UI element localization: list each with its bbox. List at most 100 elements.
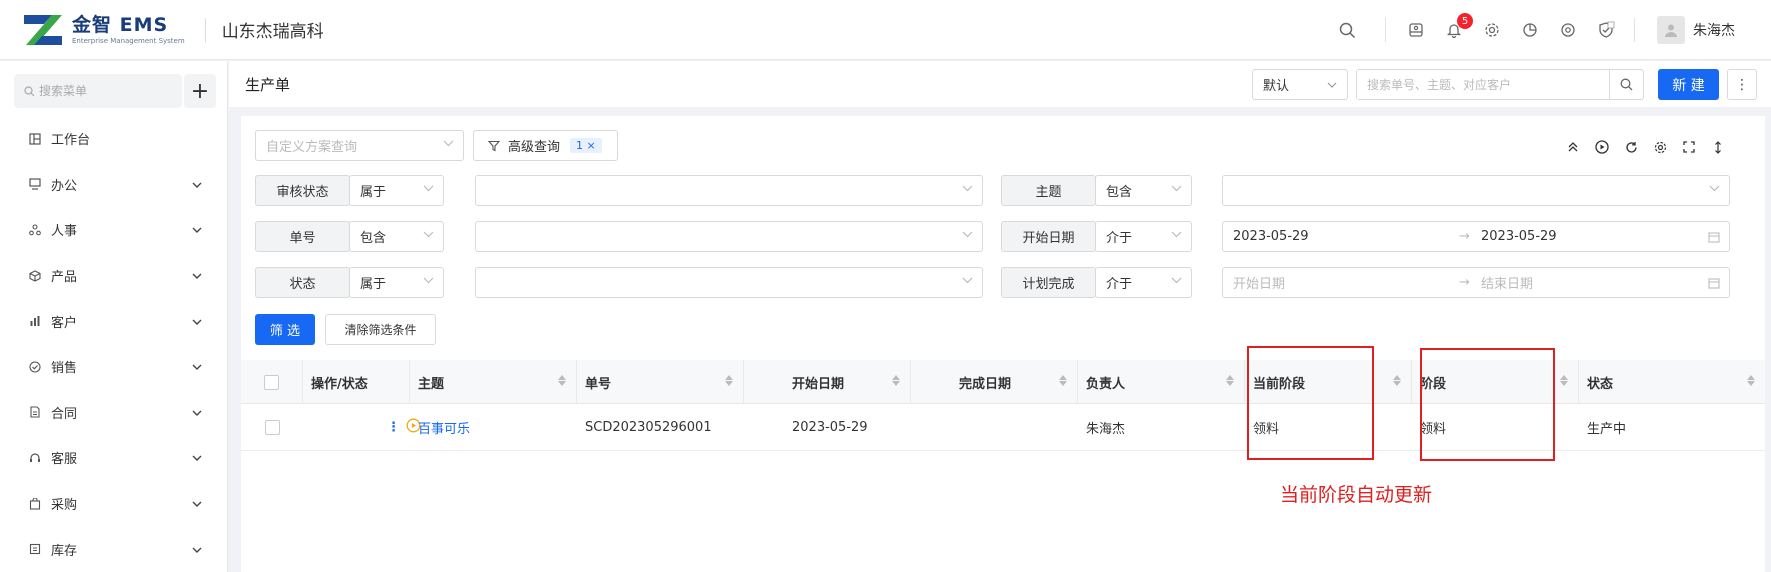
filter-op-start-date[interactable]: 介于 [1095, 221, 1192, 252]
filter-op-number[interactable]: 包含 [349, 221, 444, 252]
range-from-value[interactable]: 2023-05-29 [1233, 229, 1459, 244]
table-toolbar [1566, 140, 1725, 154]
sort-icon[interactable] [1226, 375, 1234, 386]
menu-search-input[interactable] [39, 84, 169, 98]
sort-icon[interactable] [1560, 375, 1568, 386]
refresh-icon[interactable] [1624, 140, 1638, 154]
sidebar-item-label: 产品 [51, 270, 78, 286]
filter-op-plan-finish[interactable]: 介于 [1095, 267, 1192, 298]
user-menu[interactable]: 朱海杰 [1657, 16, 1735, 44]
column-header-finish-date[interactable]: 完成日期 [911, 360, 1078, 404]
sort-icon[interactable] [725, 375, 733, 386]
inbox-icon[interactable] [1406, 20, 1426, 40]
gear-icon[interactable] [1653, 140, 1667, 154]
filter-op-value: 属于 [360, 185, 387, 200]
plan-finish-range[interactable]: 开始日期 → 结束日期 [1222, 267, 1730, 298]
start-date-range[interactable]: 2023-05-29 → 2023-05-29 [1222, 221, 1730, 252]
range-to-placeholder[interactable]: 结束日期 [1481, 273, 1533, 292]
row-height-icon[interactable] [1711, 140, 1725, 154]
pie-chart-icon[interactable] [1520, 20, 1540, 40]
fullscreen-icon[interactable] [1682, 140, 1696, 154]
more-button[interactable]: ⋮ [1727, 69, 1757, 100]
search-icon[interactable] [1337, 20, 1357, 40]
sort-icon[interactable] [1059, 375, 1067, 386]
page-title: 生产单 [245, 75, 291, 94]
filter-value-number[interactable] [475, 221, 983, 252]
chevron-down-icon [962, 185, 973, 192]
sort-icon[interactable] [1393, 375, 1401, 386]
search-icon [24, 85, 35, 96]
select-all-checkbox[interactable] [264, 374, 279, 390]
column-header-label: 完成日期 [959, 376, 1012, 392]
record-search-input[interactable] [1357, 70, 1609, 99]
sort-icon[interactable] [1747, 375, 1755, 386]
filter-op-status[interactable]: 属于 [349, 267, 444, 298]
sort-icon[interactable] [892, 375, 900, 386]
row-more-icon[interactable]: ⋮ [387, 420, 400, 435]
sidebar-item-service[interactable]: 客服 [0, 435, 228, 481]
chevron-down-icon [192, 222, 202, 237]
menu-search [14, 74, 182, 108]
collapse-up-icon[interactable] [1566, 140, 1580, 154]
advanced-search-label: 高级查询 [508, 140, 561, 155]
logo-title: 金智 EMS [72, 13, 169, 36]
sidebar-item-office[interactable]: 办公 [0, 162, 228, 208]
sidebar-item-label: 客服 [51, 452, 78, 468]
sidebar-item-label: 办公 [51, 178, 78, 194]
sidebar-item-label: 库存 [51, 543, 78, 559]
view-select[interactable]: 默认 [1252, 69, 1348, 100]
filter-label-review-status: 审核状态 [255, 175, 350, 206]
clear-filter-button[interactable]: 清除筛选条件 [325, 314, 436, 345]
add-menu-button[interactable]: + [184, 74, 216, 108]
range-from-placeholder[interactable]: 开始日期 [1233, 273, 1459, 292]
column-header-label: 负责人 [1086, 376, 1126, 392]
header-divider [204, 17, 206, 42]
filter-value-review-status[interactable] [475, 175, 983, 206]
column-header-subject[interactable]: 主题 [410, 360, 577, 404]
sidebar-item-hr[interactable]: 人事 [0, 207, 228, 253]
play-circle-icon[interactable] [1595, 140, 1609, 154]
column-header-start-date[interactable]: 开始日期 [744, 360, 911, 404]
range-to-value[interactable]: 2023-05-29 [1481, 229, 1557, 244]
sidebar-item-label: 人事 [51, 224, 78, 240]
row-checkbox[interactable] [264, 420, 280, 435]
bell-icon[interactable]: 5 [1444, 13, 1473, 40]
chevron-down-icon [192, 177, 202, 192]
chevron-down-icon [192, 314, 202, 329]
chrome-icon[interactable] [1558, 20, 1578, 40]
new-button[interactable]: 新 建 [1658, 69, 1719, 100]
filter-value-subject[interactable] [1222, 175, 1730, 206]
box-icon [28, 269, 42, 283]
subject-link[interactable]: 百事可乐 [418, 418, 470, 437]
scheme-select[interactable]: 自定义方案查询 [255, 130, 464, 161]
advanced-count-tag[interactable]: 1 × [570, 138, 602, 153]
page-header: 生产单 默认 新 建 ⋮ [229, 61, 1771, 107]
search-icon [1620, 78, 1633, 91]
column-header-owner[interactable]: 负责人 [1078, 360, 1245, 404]
gear-icon[interactable] [1482, 20, 1502, 40]
filter-op-review-status[interactable]: 属于 [349, 175, 444, 206]
filter-value-status[interactable] [475, 267, 983, 298]
advanced-search-button[interactable]: 高级查询 1 × [473, 130, 618, 161]
shield-check-icon[interactable] [1596, 20, 1616, 40]
logo[interactable]: 金智 EMS Enterprise Management System [22, 0, 185, 60]
sidebar-item-contract[interactable]: 合同 [0, 390, 228, 436]
sidebar-item-product[interactable]: 产品 [0, 253, 228, 299]
scheme-select-placeholder: 自定义方案查询 [266, 140, 358, 155]
cell-finish-date [911, 404, 1078, 451]
sidebar-item-purchase[interactable]: 采购 [0, 481, 228, 527]
logo-mark-icon [22, 13, 66, 47]
sidebar-item-customer[interactable]: 客户 [0, 298, 228, 344]
search-button[interactable] [1609, 70, 1643, 99]
sidebar-item-sales[interactable]: 销售 [0, 344, 228, 390]
column-header-status[interactable]: 状态 [1579, 360, 1765, 404]
cell-number: SCD202305296001 [585, 420, 712, 435]
sidebar-item-inventory[interactable]: 库存 [0, 526, 228, 572]
chevron-down-icon [1171, 231, 1182, 238]
filter-op-subject[interactable]: 包含 [1095, 175, 1192, 206]
sort-icon[interactable] [558, 375, 566, 386]
filter-button[interactable]: 筛 选 [255, 314, 315, 345]
calendar-icon [1708, 232, 1720, 243]
sidebar-item-workbench[interactable]: 工作台 [0, 116, 228, 162]
column-header-number[interactable]: 单号 [577, 360, 744, 404]
